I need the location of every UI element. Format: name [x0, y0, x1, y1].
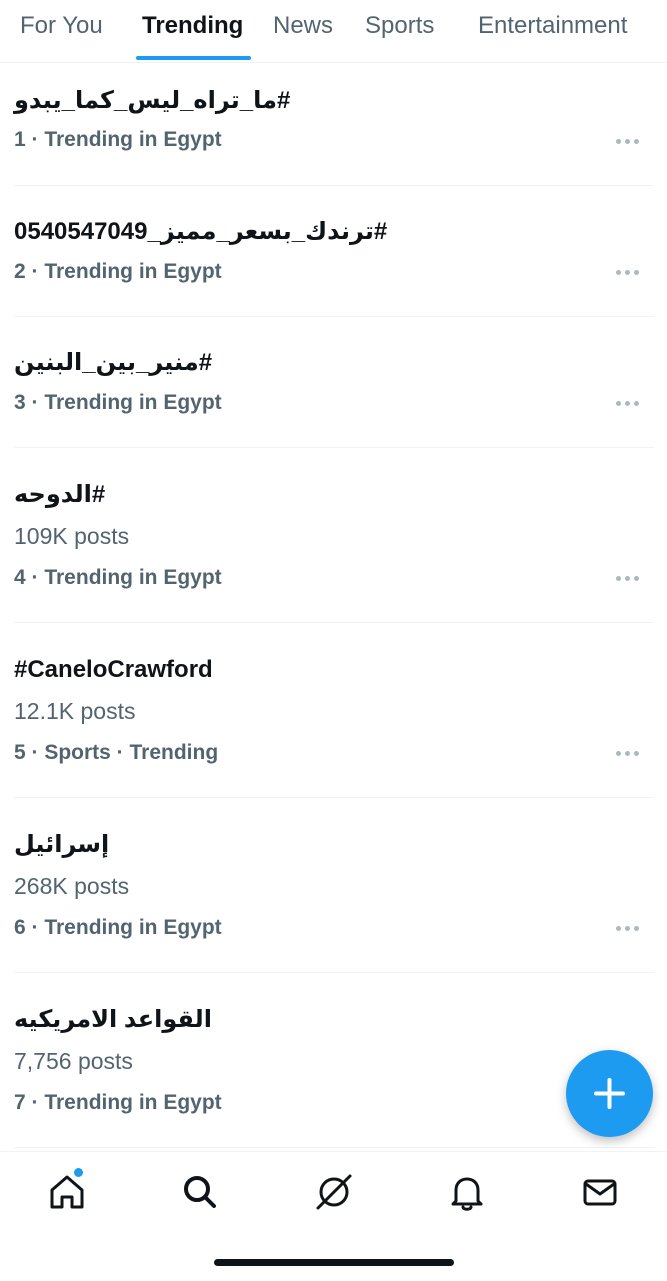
search-icon: [184, 1176, 216, 1208]
trend-meta: 1 · Trending in Egypt: [14, 128, 222, 151]
trend-title: #ترندك_بسعر_مميز_0540547049: [14, 218, 388, 245]
nav-grok-button[interactable]: [312, 1170, 356, 1214]
more-icon[interactable]: [616, 922, 640, 934]
tab-entertainment[interactable]: Entertainment: [478, 12, 627, 40]
active-tab-indicator: [136, 56, 251, 60]
trend-title: إسرائيل: [14, 831, 110, 858]
trend-post-count: 12.1K posts: [14, 698, 136, 724]
trend-post-count: 7,756 posts: [14, 1048, 133, 1074]
trend-meta: 3 · Trending in Egypt: [14, 391, 222, 414]
notification-dot: [72, 1166, 85, 1179]
compose-button[interactable]: [566, 1050, 653, 1137]
trend-title: #منير_بين_البنين: [14, 349, 213, 376]
nav-home-button[interactable]: [45, 1166, 89, 1214]
trend-item[interactable]: #ترندك_بسعر_مميز_0540547049 2 · Trending…: [14, 185, 654, 317]
top-tabs: For You Trending News Sports Entertainme…: [0, 0, 667, 63]
more-icon[interactable]: [616, 266, 640, 278]
trend-post-count: 268K posts: [14, 873, 130, 899]
trend-meta: 4 · Trending in Egypt: [14, 566, 222, 589]
bell-icon: [451, 1177, 483, 1211]
trend-item[interactable]: #منير_بين_البنين 3 · Trending in Egypt: [14, 316, 654, 448]
trend-item[interactable]: إسرائيل 268K posts 6 · Trending in Egypt: [14, 797, 654, 973]
nav-search-button[interactable]: [178, 1170, 222, 1214]
trend-title: #ما_تراه_ليس_كما_يبدو: [14, 87, 291, 114]
trend-title: #الدوحه: [14, 481, 106, 508]
trend-item[interactable]: #CaneloCrawford 12.1K posts 5 · Sports ·…: [14, 622, 654, 798]
more-icon[interactable]: [616, 747, 640, 759]
more-icon[interactable]: [616, 572, 640, 584]
trend-meta: 2 · Trending in Egypt: [14, 260, 222, 283]
trend-post-count: 109K posts: [14, 523, 130, 549]
trend-title: القواعد الامريكيه: [14, 1006, 212, 1033]
trend-meta: 5 · Sports · Trending: [14, 741, 219, 764]
trend-item[interactable]: #ما_تراه_ليس_كما_يبدو 1 · Trending in Eg…: [14, 62, 654, 186]
home-indicator: [214, 1259, 454, 1266]
tab-for-you[interactable]: For You: [20, 12, 103, 40]
trend-item[interactable]: القواعد الامريكيه 7,756 posts 7 · Trendi…: [14, 972, 654, 1148]
grok-icon: [316, 1174, 352, 1210]
tab-trending[interactable]: Trending: [142, 12, 243, 40]
trend-meta: 6 · Trending in Egypt: [14, 916, 222, 939]
tab-news[interactable]: News: [273, 12, 333, 40]
bottom-nav: [0, 1151, 667, 1281]
trend-title: #CaneloCrawford: [14, 656, 213, 683]
plus-icon: [594, 1078, 625, 1109]
more-icon[interactable]: [616, 135, 640, 147]
more-icon[interactable]: [616, 397, 640, 409]
trend-item[interactable]: #الدوحه 109K posts 4 · Trending in Egypt: [14, 447, 654, 623]
nav-notifications-button[interactable]: [445, 1170, 489, 1214]
trend-meta: 7 · Trending in Egypt: [14, 1091, 222, 1114]
mail-icon: [583, 1179, 617, 1206]
nav-messages-button[interactable]: [578, 1170, 622, 1214]
tab-sports[interactable]: Sports: [365, 12, 434, 40]
